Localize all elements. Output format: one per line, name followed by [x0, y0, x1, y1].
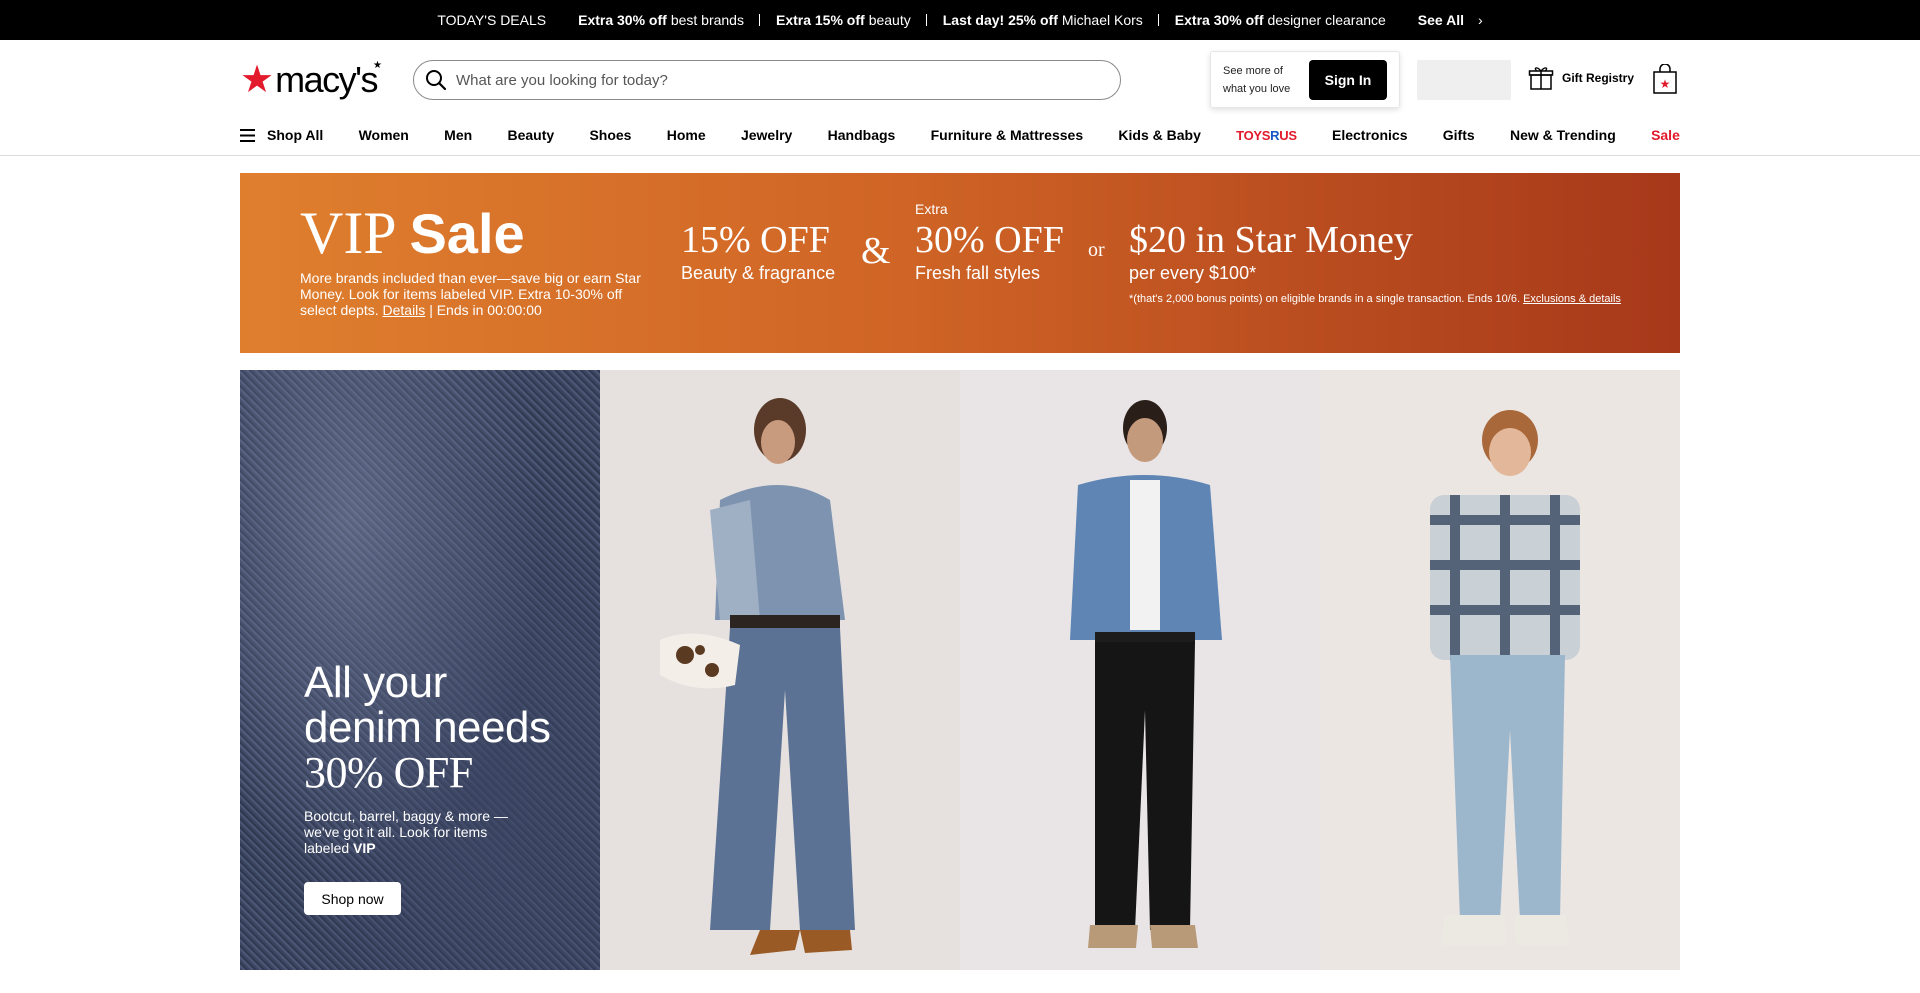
deal-link[interactable]: Extra 15% off beauty	[760, 12, 927, 28]
nav-toys-r-us-logo[interactable]: TOYS R US	[1236, 128, 1297, 143]
nav-new-trending[interactable]: New & Trending	[1510, 127, 1616, 143]
svg-text:★: ★	[1660, 77, 1671, 91]
star-mark: ★	[373, 60, 382, 71]
see-all-deals-link[interactable]: See All ›	[1402, 12, 1483, 28]
nav-jewelry[interactable]: Jewelry	[741, 127, 792, 143]
woman-denim-photo[interactable]	[600, 370, 960, 970]
macys-logo[interactable]: ★ macy's ★	[240, 59, 382, 101]
account-placeholder	[1417, 60, 1511, 100]
boy-model-image	[1430, 410, 1580, 945]
nav-furniture-mattresses[interactable]: Furniture & Mattresses	[931, 127, 1083, 143]
countdown: | Ends in 00:00:00	[429, 302, 542, 318]
gift-icon	[1528, 67, 1554, 90]
deal-link[interactable]: Extra 30% off designer clearance	[1159, 12, 1402, 28]
shopping-bag-icon[interactable]: ★	[1653, 64, 1677, 94]
or-separator: or	[1088, 239, 1105, 261]
nav-kids-baby[interactable]: Kids & Baby	[1118, 127, 1200, 143]
nav-home[interactable]: Home	[667, 127, 706, 143]
nav-shop-all[interactable]: Shop All	[240, 127, 323, 143]
nav-men[interactable]: Men	[444, 127, 472, 143]
nav-beauty[interactable]: Beauty	[507, 127, 554, 143]
search-input[interactable]: What are you looking for today?	[413, 60, 1121, 100]
denim-hero: All your denim needs 30% OFF Bootcut, ba…	[240, 370, 1680, 970]
details-link[interactable]: Details	[383, 302, 426, 318]
exclusions-link[interactable]: Exclusions & details	[1523, 293, 1621, 305]
deal-link[interactable]: Extra 30% off best brands	[562, 12, 760, 28]
shop-now-button[interactable]: Shop now	[304, 882, 401, 915]
man-denim-photo[interactable]	[960, 370, 1320, 970]
nav-sale[interactable]: Sale	[1651, 127, 1680, 143]
hero-headline: All your denim needs 30% OFF	[304, 658, 551, 797]
search-icon	[426, 70, 447, 91]
fine-print: *(that's 2,000 bonus points) on eligible…	[1129, 293, 1621, 305]
nav-women[interactable]: Women	[359, 127, 409, 143]
hero-copy: Bootcut, barrel, baggy & more —we've got…	[304, 808, 508, 856]
search-placeholder: What are you looking for today?	[456, 71, 668, 89]
site-header: ★ macy's ★ What are you looking for toda…	[0, 40, 1920, 156]
gift-registry-link[interactable]: Gift Registry	[1528, 65, 1634, 91]
boy-denim-photo[interactable]	[1320, 370, 1680, 970]
see-more-text: See more of what you love	[1223, 64, 1291, 95]
ampersand: &	[861, 230, 891, 272]
nav-handbags[interactable]: Handbags	[828, 127, 896, 143]
vip-sale-title: VIP Sale	[300, 200, 525, 266]
nav-shoes[interactable]: Shoes	[589, 127, 631, 143]
woman-model-image	[660, 398, 855, 955]
nav-gifts[interactable]: Gifts	[1443, 127, 1475, 143]
man-model-image	[1070, 400, 1222, 948]
chevron-right-icon: ›	[1477, 12, 1483, 28]
main-navigation: Shop All Women Men Beauty Shoes Home Jew…	[240, 120, 1680, 150]
offer-fall-styles: Extra 30% OFF Fresh fall styles	[915, 201, 1064, 283]
hamburger-menu-icon	[240, 128, 255, 142]
nav-electronics[interactable]: Electronics	[1332, 127, 1407, 143]
deal-link[interactable]: Last day! 25% off Michael Kors	[927, 12, 1159, 28]
star-icon: ★	[240, 59, 275, 101]
sign-in-flyout: See more of what you love Sign In	[1210, 51, 1400, 108]
offer-star-money: $20 in Star Money per every $100*	[1129, 219, 1413, 283]
sign-in-button[interactable]: Sign In	[1309, 59, 1387, 100]
offer-beauty: 15% OFF Beauty & fragrance	[681, 219, 836, 283]
denim-promo-panel: All your denim needs 30% OFF Bootcut, ba…	[240, 370, 600, 970]
todays-deals-label[interactable]: TODAY'S DEALS	[437, 12, 562, 28]
todays-deals-bar: TODAY'S DEALS Extra 30% off best brands E…	[0, 0, 1920, 40]
vip-sale-banner[interactable]: VIP Sale More brands included than ever—…	[240, 173, 1680, 353]
vip-description: More brands included than ever—save big …	[300, 270, 641, 318]
